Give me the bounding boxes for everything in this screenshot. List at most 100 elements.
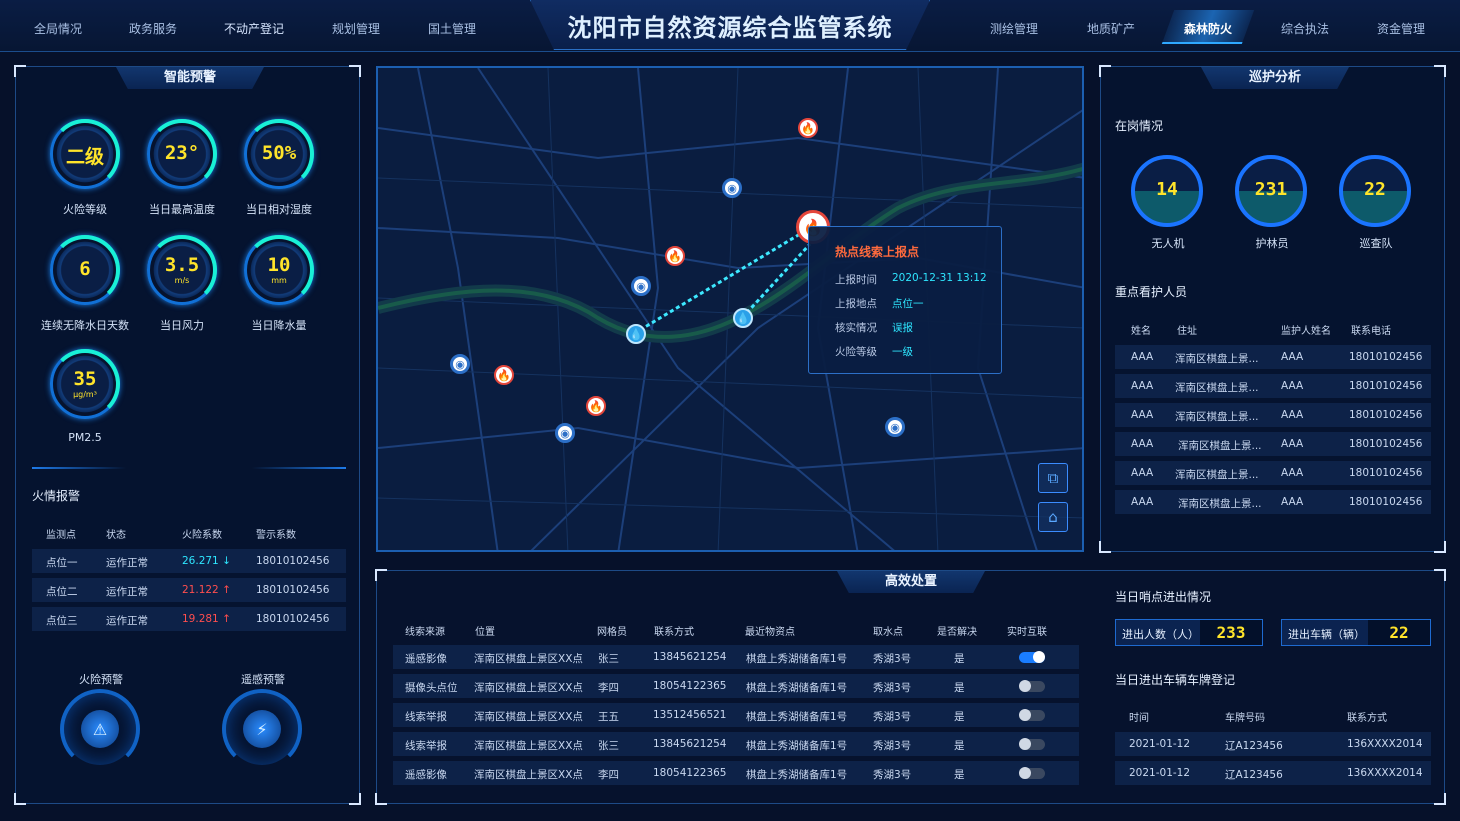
max-temp-gauge: 23° <box>147 119 217 189</box>
rainfall-label: 当日降水量 <box>251 319 307 332</box>
monitor-marker[interactable]: ◉ <box>555 423 575 443</box>
fire-marker[interactable]: 🔥 <box>798 118 818 138</box>
popup-location-label: 上报地点 <box>835 298 877 310</box>
fire-warning-dial[interactable]: ⚠ <box>60 689 140 769</box>
divider <box>32 467 346 469</box>
max-temp-label: 当日最高温度 <box>149 203 215 216</box>
table-row[interactable]: 线索举报 浑南区棋盘上景区XX点 王五 13512456521 棋盘上秀湖储备库1号 秀湖… <box>393 703 1079 727</box>
alarm-siren-icon: ⚠ <box>81 710 119 748</box>
fire-alarm-title: 火情报警 <box>32 489 81 503</box>
popup-verify: 误报 <box>892 322 913 334</box>
water-point-marker[interactable]: 💧 <box>626 324 646 344</box>
col-point: 监测点 <box>46 530 76 541</box>
layers-icon: ⧉ <box>1047 469 1059 487</box>
remote-warning-label: 遥感预警 <box>241 673 285 686</box>
table-row[interactable]: 摄像头点位 浑南区棋盘上景区XX点 李四 18054122365 棋盘上秀湖储备库1号秀… <box>393 674 1079 698</box>
table-row[interactable]: 点位三 运作正常 19.281 ↑ 18010102456 <box>32 607 346 631</box>
patrol-team-count-dial: 22 <box>1339 155 1411 227</box>
patrol-title: 巡护分析 <box>1201 67 1349 89</box>
col-warn: 警示系数 <box>256 530 296 541</box>
table-row[interactable]: 点位一 运作正常 26.271 ↓ 18010102456 <box>32 549 346 573</box>
col-depot: 最近物资点 <box>745 627 795 638</box>
ranger-label: 护林员 <box>1255 237 1289 250</box>
drone-count-dial: 14 <box>1131 155 1203 227</box>
table-row[interactable]: AAA 浑南区棋盘上景... AAA 18010102456 <box>1115 374 1431 398</box>
nav-funds[interactable]: 资金管理 <box>1377 20 1425 37</box>
col-guardian: 监护人姓名 <box>1281 326 1331 337</box>
top-bar: 全局情况 政务服务 不动产登记 规划管理 国土管理 沈阳市自然资源综合监管系统 … <box>0 0 1460 52</box>
live-link-toggle[interactable] <box>1019 709 1045 721</box>
table-row[interactable]: 线索举报 浑南区棋盘上景区XX点 张三 13845621254 棋盘上秀湖储备库1号 秀湖… <box>393 732 1079 756</box>
popup-time: 2020-12-31 13:12 <box>892 272 987 284</box>
table-row[interactable]: AAA 浑南区棋盘上景... AAA 18010102456 <box>1115 345 1431 369</box>
lightning-siren-icon: ⚡ <box>243 710 281 748</box>
nav-forest-fire[interactable]: 森林防火 <box>1184 20 1232 37</box>
humidity-gauge: 50% <box>244 119 314 189</box>
nav-surveying[interactable]: 测绘管理 <box>990 20 1038 37</box>
col-live-link: 实时互联 <box>1007 627 1047 638</box>
col-name: 姓名 <box>1131 326 1151 337</box>
vehicle-count-value: 22 <box>1368 620 1430 645</box>
monitor-marker[interactable]: ◉ <box>885 417 905 437</box>
people-count-label: 进出人数（人） <box>1122 628 1199 641</box>
table-row[interactable]: 遥感影像 浑南区棋盘上景区XX点 李四 18054122365 棋盘上秀湖储备库1号 秀湖… <box>393 761 1079 785</box>
home-button[interactable]: ⌂ <box>1038 502 1068 532</box>
nav-enforcement[interactable]: 综合执法 <box>1281 20 1329 37</box>
fire-marker[interactable]: 🔥 <box>494 365 514 385</box>
col-time: 时间 <box>1129 713 1149 724</box>
smart-warning-title: 智能预警 <box>116 67 264 89</box>
vehicle-count-label: 进出车辆（辆） <box>1288 628 1365 641</box>
patrol-team-label: 巡查队 <box>1359 237 1393 250</box>
col-position: 位置 <box>475 627 495 638</box>
nav-real-estate[interactable]: 不动产登记 <box>224 20 284 37</box>
nav-gov-service[interactable]: 政务服务 <box>129 20 177 37</box>
remote-warning-dial[interactable]: ⚡ <box>222 689 302 769</box>
monitor-marker[interactable]: ◉ <box>722 178 742 198</box>
monitor-marker[interactable]: ◉ <box>631 276 651 296</box>
plates-title: 当日进出车辆车牌登记 <box>1115 673 1236 687</box>
live-link-toggle[interactable] <box>1019 738 1045 750</box>
fire-marker[interactable]: 🔥 <box>586 396 606 416</box>
fire-marker[interactable]: 🔥 <box>665 246 685 266</box>
people-count-value: 233 <box>1200 620 1262 645</box>
table-row[interactable]: AAA 浑南区棋盘上景... AAA 18010102456 <box>1115 461 1431 485</box>
pm25-gauge: 35 μg/m³ <box>50 349 120 419</box>
col-coef: 火险系数 <box>182 530 222 541</box>
monitor-marker[interactable]: ◉ <box>450 354 470 374</box>
table-row[interactable]: AAA 浑南区棋盘上景... AAA 18010102456 <box>1115 490 1431 514</box>
popup-location: 点位一 <box>892 298 924 310</box>
nav-overview[interactable]: 全局情况 <box>34 20 82 37</box>
col-water: 取水点 <box>873 627 903 638</box>
patrol-panel: 巡护分析 在岗情况 14 无人机 231 护林员 22 巡查队 重点看护人员 姓… <box>1099 65 1446 553</box>
layers-button[interactable]: ⧉ <box>1038 463 1068 493</box>
live-link-toggle[interactable] <box>1019 767 1045 779</box>
wind-label: 当日风力 <box>160 319 204 332</box>
hotspot-popup[interactable]: 热点线索上报点 上报时间 2020-12-31 13:12 上报地点 点位一 核… <box>808 226 1002 374</box>
popup-verify-label: 核实情况 <box>835 322 877 334</box>
nav-land[interactable]: 国土管理 <box>428 20 476 37</box>
table-row[interactable]: 2021-01-12 辽A123456 136XXXX2014 <box>1115 761 1431 785</box>
no-rain-days-gauge: 6 <box>50 235 120 305</box>
col-contact: 联系方式 <box>654 627 694 638</box>
table-row[interactable]: AAA 浑南区棋盘上景... AAA 18010102456 <box>1115 403 1431 427</box>
disposal-title: 高效处置 <box>837 571 985 593</box>
table-row[interactable]: 2021-01-12 辽A123456 136XXXX2014 <box>1115 732 1431 756</box>
table-row[interactable]: AAA 浑南区棋盘上景... AAA 18010102456 <box>1115 432 1431 456</box>
live-link-toggle[interactable] <box>1019 680 1045 692</box>
col-phone: 联系电话 <box>1351 326 1391 337</box>
table-row[interactable]: 点位二 运作正常 21.122 ↑ 18010102456 <box>32 578 346 602</box>
nav-planning[interactable]: 规划管理 <box>332 20 380 37</box>
water-point-marker[interactable]: 💧 <box>733 308 753 328</box>
ranger-count-dial: 231 <box>1235 155 1307 227</box>
fire-warning-label: 火险预警 <box>79 673 123 686</box>
nav-geology[interactable]: 地质矿产 <box>1087 20 1135 37</box>
popup-level-label: 火险等级 <box>835 346 877 358</box>
col-source: 线索来源 <box>405 627 445 638</box>
fire-risk-label: 火险等级 <box>63 203 107 216</box>
wind-gauge: 3.5 m/s <box>147 235 217 305</box>
disposal-panel: 高效处置 线索来源 位置 网格员 联系方式 最近物资点 取水点 是否解决 实时互… <box>375 569 1446 805</box>
table-row[interactable]: 遥感影像 浑南区棋盘上景区XX点 张三 13845621254 棋盘上秀湖储备库1号 秀湖… <box>393 645 1079 669</box>
live-link-toggle[interactable] <box>1019 651 1045 663</box>
fire-risk-gauge: 二级 <box>50 119 120 189</box>
pm25-label: PM2.5 <box>68 431 102 444</box>
